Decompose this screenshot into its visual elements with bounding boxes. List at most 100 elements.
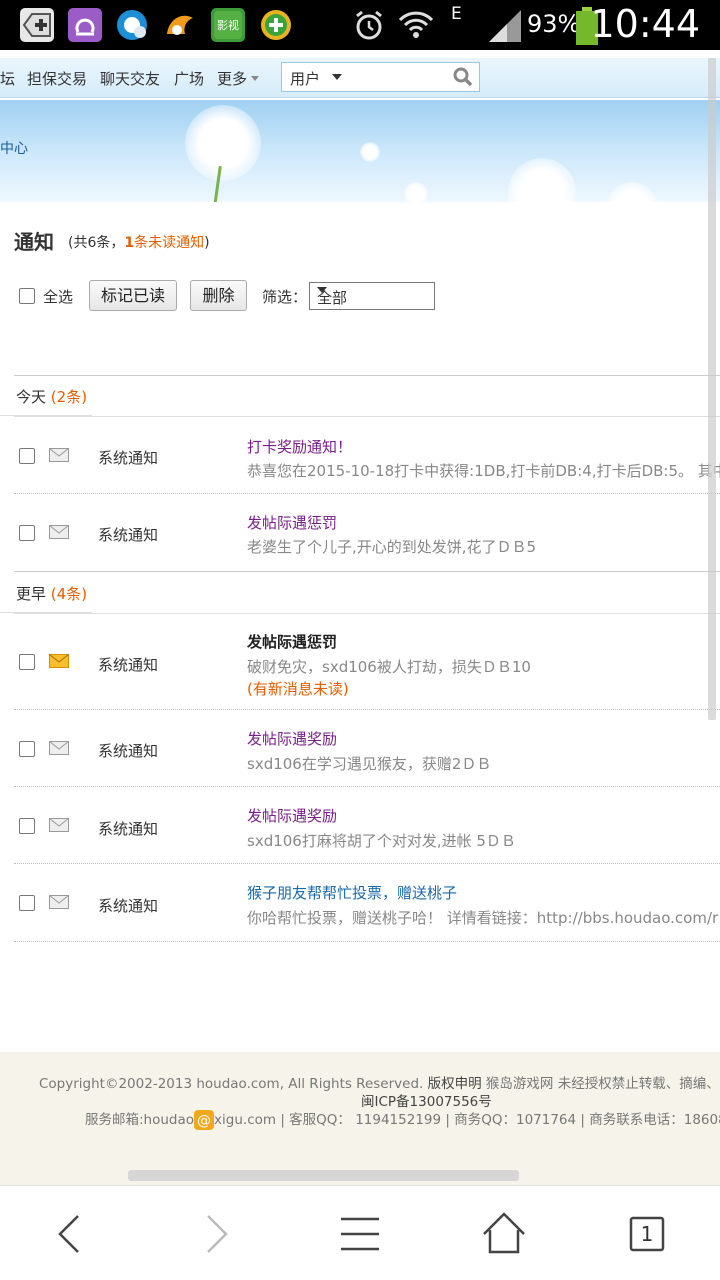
row-checkbox[interactable] bbox=[19, 895, 35, 911]
notification-row[interactable]: 系统通知 发帖际遇奖励 sxd106在学习遇见猴友，获赠2ＤＢ bbox=[0, 710, 720, 787]
dandelion-decoration bbox=[360, 142, 380, 162]
section-today-label: 今天 (2条) bbox=[16, 386, 87, 407]
forward-button[interactable] bbox=[188, 1206, 244, 1262]
browser-app-icon bbox=[115, 8, 149, 42]
notification-row[interactable]: 系统通知 发帖际遇惩罚 老婆生了个儿子,开心的到处发饼,花了ＤＢ5 bbox=[0, 494, 720, 572]
home-button[interactable] bbox=[476, 1206, 532, 1262]
notification-title[interactable]: 猴子朋友帮帮忙投票，赠送桃子 bbox=[247, 882, 457, 903]
chevron-down-icon bbox=[317, 287, 327, 293]
search-scope[interactable]: 用户 bbox=[290, 68, 320, 89]
nav-link-chat[interactable]: 聊天交友 bbox=[100, 68, 160, 89]
signal-icon bbox=[487, 8, 521, 42]
unread-count: 1 bbox=[124, 235, 135, 251]
banner-center-label[interactable]: 中心 bbox=[0, 138, 28, 158]
notification-body: sxd106打麻将胡了个对对发,进帐 5ＤＢ bbox=[247, 832, 516, 850]
notification-title[interactable]: 发帖际遇惩罚 bbox=[247, 512, 337, 533]
browser-bottom-bar: 1 bbox=[0, 1185, 720, 1280]
notification-sender: 系统通知 bbox=[98, 820, 159, 838]
page-title: 通知 bbox=[14, 230, 54, 254]
search-box[interactable]: 用户 bbox=[281, 62, 480, 92]
network-type: E bbox=[451, 4, 462, 24]
battery-percent: 93% bbox=[527, 10, 581, 38]
contact-numbers: | 客服QQ： 1194152199 | 商务QQ：1071764 | 商务联系… bbox=[276, 1112, 720, 1128]
top-nav: 坛 担保交易 聊天交友 广场 更多 用户 bbox=[0, 58, 720, 98]
count-close: ) bbox=[204, 235, 210, 251]
nav-link-square[interactable]: 广场 bbox=[174, 68, 204, 89]
add-icon bbox=[20, 8, 54, 42]
filter-label: 筛选： bbox=[262, 288, 308, 306]
notification-row[interactable]: 系统通知 打卡奖励通知！ 恭喜您在2015-10-18打卡中获得:1DB,打卡前… bbox=[0, 417, 720, 494]
notification-body: 老婆生了个儿子,开心的到处发饼,花了ＤＢ5 bbox=[247, 538, 537, 556]
plus-app-icon bbox=[259, 8, 293, 42]
notification-body: 你哈帮忙投票，赠送桃子哈！ 详情看链接：http://bbs.houdao.co… bbox=[247, 909, 719, 927]
notification-title[interactable]: 发帖际遇奖励 bbox=[247, 805, 337, 826]
vertical-scrollbar[interactable] bbox=[708, 58, 716, 720]
icp-link[interactable]: 闽ICP备13007556号 bbox=[361, 1090, 492, 1110]
nav-link-more[interactable]: 更多 bbox=[217, 68, 247, 89]
at-icon: @ bbox=[194, 1110, 215, 1130]
section-count: (2条) bbox=[50, 388, 88, 406]
filter-select[interactable]: 全部 bbox=[309, 282, 435, 310]
row-checkbox[interactable] bbox=[19, 448, 35, 464]
section-label: 今天 bbox=[16, 388, 47, 406]
dandelion-decoration bbox=[185, 105, 261, 181]
email-prefix: 服务邮箱:houdao bbox=[85, 1112, 195, 1128]
chevron-down-icon bbox=[332, 74, 342, 80]
alarm-icon bbox=[352, 8, 386, 42]
row-checkbox[interactable] bbox=[19, 818, 35, 834]
notification-row-unread[interactable]: 系统通知 发帖际遇惩罚 破财免灾，sxd106被人打劫，损失ＤＢ10 (有新消息… bbox=[0, 614, 720, 710]
unread-note[interactable]: (有新消息未读) bbox=[247, 678, 349, 699]
wifi-icon bbox=[398, 8, 434, 42]
video-app-icon: 影视 bbox=[211, 8, 245, 42]
nav-link-escrow[interactable]: 担保交易 bbox=[27, 68, 87, 89]
search-icon[interactable] bbox=[453, 67, 473, 87]
notification-title[interactable]: 发帖际遇惩罚 bbox=[247, 631, 337, 652]
uc-browser-icon bbox=[163, 8, 197, 42]
section-earlier-label: 更早 (4条) bbox=[16, 583, 87, 604]
web-content: 坛 担保交易 聊天交友 广场 更多 用户 中心 通知 (共6条，1条未读通知) bbox=[0, 50, 720, 1185]
notification-row[interactable]: 系统通知 猴子朋友帮帮忙投票，赠送桃子 你哈帮忙投票，赠送桃子哈！ 详情看链接：… bbox=[0, 864, 720, 942]
unread-label[interactable]: 条未读通知 bbox=[134, 235, 204, 251]
notification-title[interactable]: 发帖际遇奖励 bbox=[247, 728, 337, 749]
envelope-read-icon bbox=[49, 447, 69, 462]
envelope-read-icon bbox=[49, 524, 69, 539]
mark-read-button[interactable]: 标记已读 bbox=[89, 280, 177, 311]
section-count: (4条) bbox=[50, 585, 88, 603]
row-divider bbox=[14, 571, 720, 572]
footer: Copyright©2002-2013 houdao.com, All Righ… bbox=[0, 1052, 720, 1185]
notification-row[interactable]: 系统通知 发帖际遇奖励 sxd106打麻将胡了个对对发,进帐 5ＤＢ bbox=[0, 787, 720, 864]
row-checkbox[interactable] bbox=[19, 654, 35, 670]
section-label: 更早 bbox=[16, 585, 47, 603]
select-all-label: 全选 bbox=[43, 288, 74, 306]
envelope-unread-icon bbox=[49, 653, 69, 668]
svg-text:@: @ bbox=[197, 1113, 211, 1129]
menu-button[interactable] bbox=[332, 1206, 388, 1262]
notification-sender: 系统通知 bbox=[98, 742, 159, 760]
section-earlier: 更早 (4条) bbox=[0, 573, 720, 613]
row-checkbox[interactable] bbox=[19, 525, 35, 541]
notification-sender: 系统通知 bbox=[98, 526, 159, 544]
tabs-button[interactable]: 1 bbox=[619, 1206, 675, 1262]
select-all-checkbox[interactable] bbox=[19, 288, 35, 304]
notification-body: sxd106在学习遇见猴友，获赠2ＤＢ bbox=[247, 755, 492, 773]
notification-sender: 系统通知 bbox=[98, 656, 159, 674]
envelope-read-icon bbox=[49, 740, 69, 755]
horizontal-scrollbar[interactable] bbox=[128, 1170, 519, 1181]
footer-contact-line: 服务邮箱:houdao @ xigu.com | 客服QQ： 1194152199 … bbox=[85, 1108, 720, 1130]
notification-title[interactable]: 打卡奖励通知！ bbox=[247, 436, 352, 457]
svg-text:影视: 影视 bbox=[217, 18, 239, 32]
envelope-read-icon bbox=[49, 894, 69, 909]
notification-body: 破财免灾，sxd106被人打劫，损失ＤＢ10 bbox=[247, 658, 531, 676]
envelope-read-icon bbox=[49, 817, 69, 832]
email-domain: xigu.com bbox=[214, 1112, 277, 1128]
nav-link-forum[interactable]: 坛 bbox=[0, 68, 15, 89]
back-button[interactable] bbox=[42, 1206, 98, 1262]
row-divider bbox=[14, 941, 720, 942]
delete-button[interactable]: 删除 bbox=[190, 280, 247, 311]
more-caret-icon bbox=[251, 76, 259, 81]
clock: 10:44 bbox=[590, 2, 700, 46]
section-today: 今天 (2条) bbox=[0, 376, 720, 416]
app-icon-purple bbox=[68, 8, 102, 42]
row-checkbox[interactable] bbox=[19, 741, 35, 757]
footer-copyright-line: Copyright©2002-2013 houdao.com, All Righ… bbox=[39, 1072, 720, 1092]
